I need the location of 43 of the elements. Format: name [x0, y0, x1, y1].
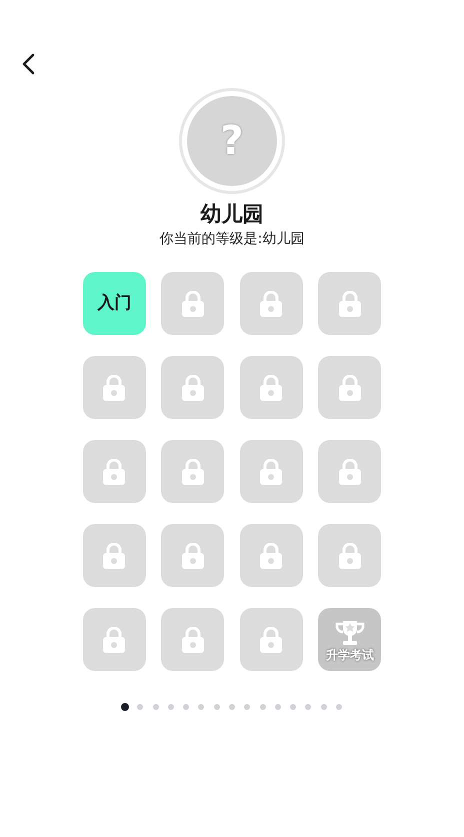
- locked-level-tile[interactable]: [318, 272, 382, 335]
- locked-level-tile[interactable]: [82, 440, 146, 503]
- locked-level-tile[interactable]: [161, 524, 224, 587]
- locked-level-tile[interactable]: [82, 524, 146, 587]
- locked-level-tile[interactable]: [318, 524, 382, 587]
- lock-icon: [338, 542, 361, 568]
- locked-level-tile[interactable]: [240, 440, 303, 503]
- lock-icon: [260, 458, 282, 484]
- lock-icon: [182, 542, 204, 568]
- lock-icon: [260, 374, 282, 400]
- lock-icon: [260, 542, 282, 568]
- locked-level-tile[interactable]: [161, 356, 224, 419]
- locked-level-tile[interactable]: [82, 608, 146, 671]
- locked-level-tile[interactable]: [161, 440, 224, 503]
- lock-icon: [338, 290, 361, 316]
- lock-icon: [182, 626, 204, 652]
- lock-icon: [182, 290, 204, 316]
- back-icon: [21, 53, 35, 75]
- avatar-glyph: ?: [220, 121, 244, 161]
- lock-icon: [182, 374, 204, 400]
- locked-level-tile[interactable]: [82, 356, 146, 419]
- level-tile[interactable]: 入门: [82, 272, 146, 335]
- lock-icon: [182, 458, 204, 484]
- level-title: 幼儿园: [200, 201, 264, 228]
- trophy-icon: [334, 620, 366, 646]
- exam-label: 升学考试: [326, 648, 374, 663]
- locked-level-tile[interactable]: [240, 356, 303, 419]
- locked-level-tile[interactable]: [161, 272, 224, 335]
- lock-icon: [103, 374, 126, 400]
- locked-level-tile[interactable]: [318, 356, 382, 419]
- lock-icon: [260, 290, 282, 316]
- locked-level-tile[interactable]: [161, 608, 224, 671]
- locked-level-tile[interactable]: [240, 524, 303, 587]
- locked-level-tile[interactable]: [240, 608, 303, 671]
- level-subtitle: 你当前的等级是:幼儿园: [160, 230, 304, 249]
- lock-icon: [103, 458, 126, 484]
- lock-icon: [103, 542, 126, 568]
- lock-icon: [338, 374, 361, 400]
- locked-level-tile[interactable]: [318, 440, 382, 503]
- locked-level-tile[interactable]: [240, 272, 303, 335]
- lock-icon: [338, 458, 361, 484]
- lock-icon: [260, 626, 282, 652]
- lock-icon: [103, 626, 126, 652]
